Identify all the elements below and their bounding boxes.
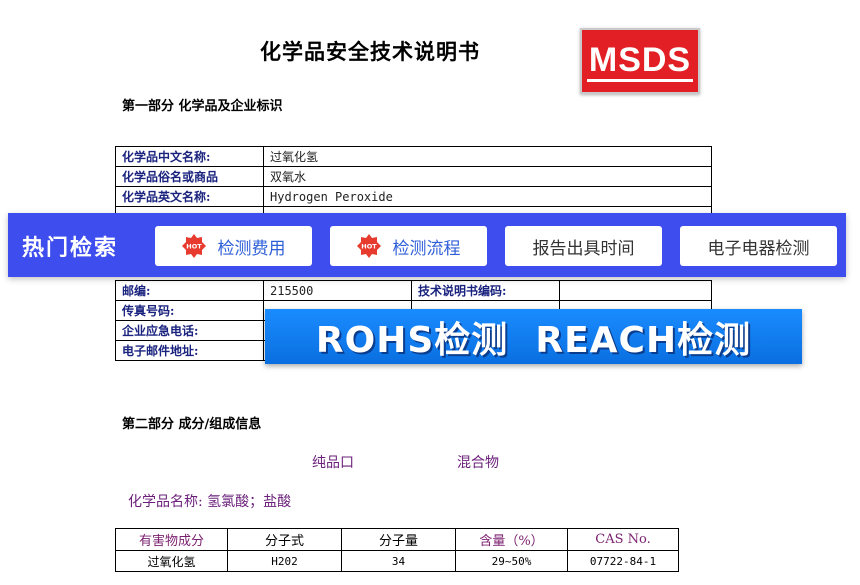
table-cell: 过氧化氢 <box>115 550 228 572</box>
electronics-test-label: 电子电器检测 <box>707 238 810 259</box>
emergency-label: 企业应急电话: <box>115 320 264 341</box>
report-time-label: 报告出具时间 <box>532 238 635 259</box>
hot-badge-text: HOT <box>186 243 202 251</box>
table-cell: H202 <box>227 550 342 572</box>
hot-badge-icon: HOT <box>181 234 206 258</box>
fee-label: 检测费用 <box>217 238 286 259</box>
fax-label: 传真号码: <box>115 300 264 321</box>
pure-product-option: 纯品口 <box>312 455 354 471</box>
header-cell: 分子式 <box>227 528 342 551</box>
table-header-row: 有害物成分 分子式 分子量 含量（%） CAS No. <box>115 528 679 551</box>
msds-logo-text: MSDS <box>586 41 694 82</box>
rohs-reach-banner[interactable]: ROHS检测 REACH检测 <box>265 309 802 364</box>
report-time-button[interactable]: 报告出具时间 <box>505 226 662 266</box>
table-cell: 29~50% <box>455 550 568 572</box>
mixture-option: 混合物 <box>457 455 499 471</box>
table-cell: 07722-84-1 <box>567 550 679 572</box>
fee-button[interactable]: HOT 检测费用 <box>155 226 312 266</box>
row-label: 化学品中文名称: <box>115 146 264 167</box>
postcode-value: 215500 <box>263 280 412 301</box>
chemical-name-line: 化学品名称: 氢氯酸；盐酸 <box>128 494 292 510</box>
hot-search-title: 热门检索 <box>22 236 119 261</box>
table-row: 过氧化氢 H202 34 29~50% 07722-84-1 <box>115 550 679 572</box>
table-row: 化学品英文名称: Hydrogen Peroxide <box>115 186 712 207</box>
composition-table: 有害物成分 分子式 分子量 含量（%） CAS No. 过氧化氢 H202 34… <box>115 528 679 572</box>
doc-code-label: 技术说明书编码: <box>411 280 560 301</box>
header-cell: 分子量 <box>341 528 456 551</box>
hot-search-bar: 热门检索 HOT 检测费用 HOT 检测流程 报告出具时间 电子电器检测 <box>8 213 846 277</box>
table-row: 邮编: 215500 技术说明书编码: <box>115 280 712 301</box>
table-cell: 34 <box>341 550 456 572</box>
process-button[interactable]: HOT 检测流程 <box>330 226 487 266</box>
email-label: 电子邮件地址: <box>115 340 264 361</box>
table-row: 化学品中文名称: 过氧化氢 <box>115 146 712 167</box>
section1-heading: 第一部分 化学品及企业标识 <box>122 99 283 114</box>
hot-badge-icon: HOT <box>356 234 381 258</box>
header-cell: 含量（%） <box>455 528 568 551</box>
banner-text: ROHS检测 REACH检测 <box>315 319 752 361</box>
hot-badge-text: HOT <box>361 243 377 251</box>
row-value: 双氧水 <box>263 166 712 187</box>
row-label: 化学品英文名称: <box>115 186 264 207</box>
process-label: 检测流程 <box>392 238 461 259</box>
row-label: 化学品俗名或商品 <box>115 166 264 187</box>
header-cell: 有害物成分 <box>115 528 228 551</box>
table-row: 化学品俗名或商品 双氧水 <box>115 166 712 187</box>
row-value: Hydrogen Peroxide <box>263 186 712 207</box>
electronics-test-button[interactable]: 电子电器检测 <box>680 226 837 266</box>
header-cell: CAS No. <box>567 528 679 551</box>
section2-heading: 第二部分 成分/组成信息 <box>122 417 262 432</box>
postcode-label: 邮编: <box>115 280 264 301</box>
row-value: 过氧化氢 <box>263 146 712 167</box>
msds-logo: MSDS <box>580 28 700 94</box>
